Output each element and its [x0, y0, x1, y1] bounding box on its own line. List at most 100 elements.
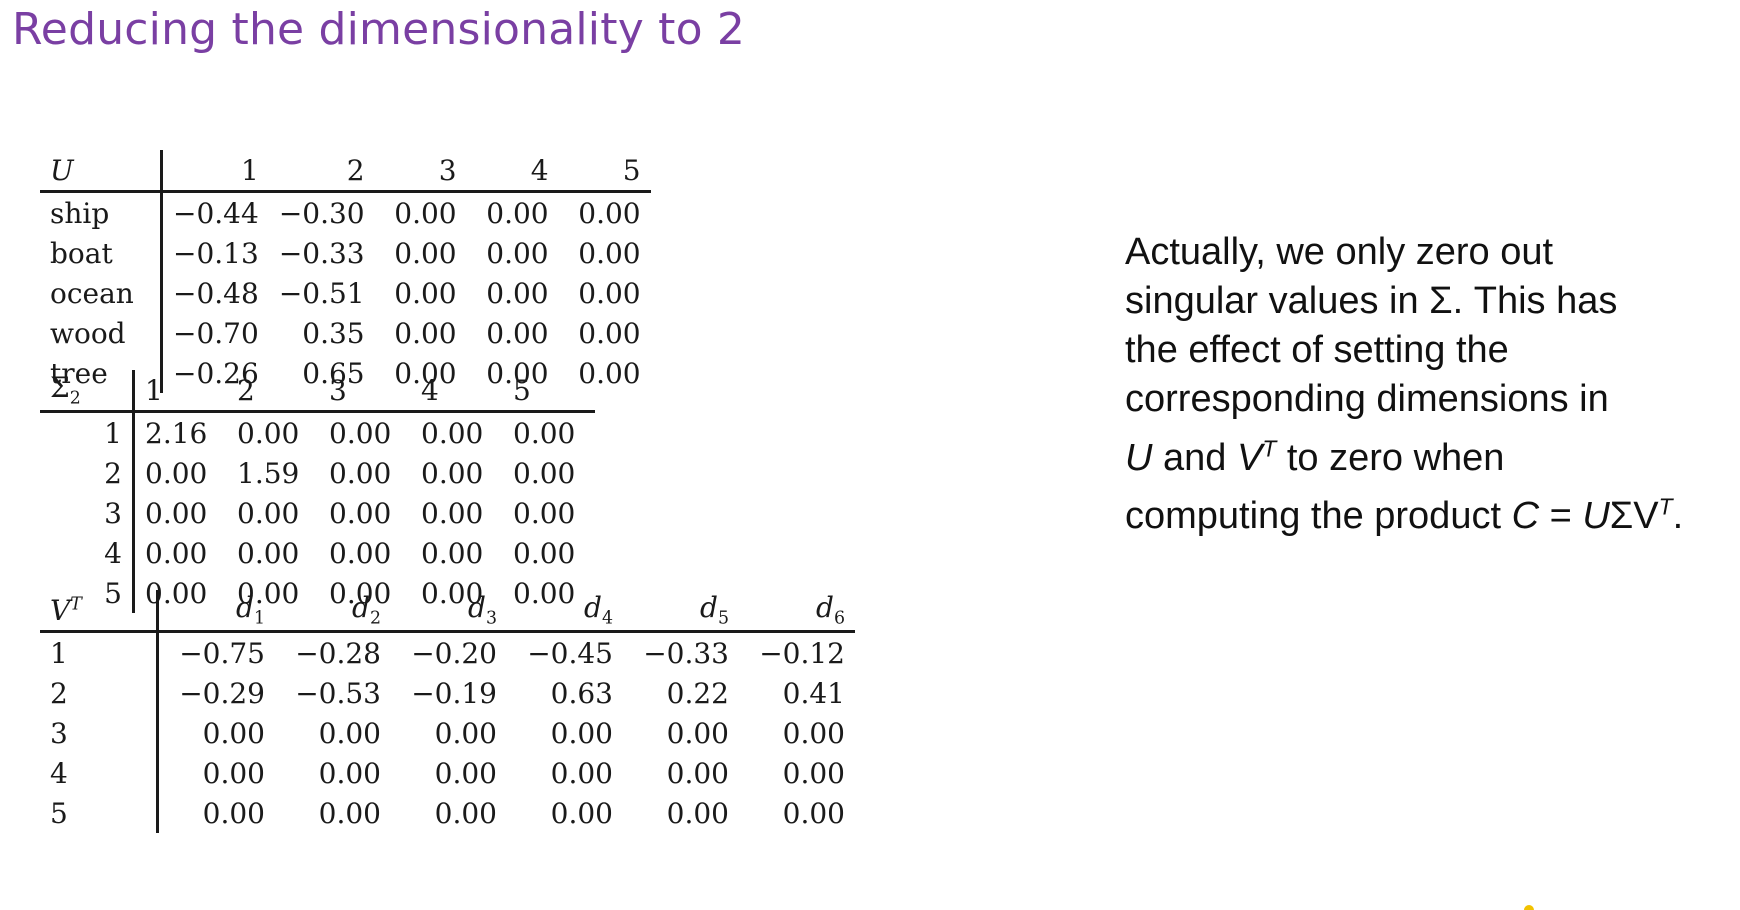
matrix-cell: 0.00 — [145, 496, 208, 530]
matrix-cell: 0.00 — [434, 796, 497, 830]
matrix-cell: 0.35 — [302, 316, 365, 350]
matrix-cell: 0.00 — [329, 416, 392, 450]
row-label: 1 — [40, 411, 135, 453]
matrix-row: ocean −0.48 −0.51 0.00 0.00 0.00 — [40, 273, 651, 313]
sigma-matrix-body: 1 2.16 0.00 0.00 0.00 0.00 2 0.00 1.59 0.00 0.00 0.… — [40, 411, 595, 613]
u-matrix-col-header: 4 — [466, 150, 559, 193]
sigma-symbol: Σ — [50, 371, 70, 405]
matrix-cell: 0.63 — [550, 676, 613, 710]
matrix-cell: −0.20 — [411, 636, 497, 670]
matrix-cell: 0.00 — [421, 416, 484, 450]
matrix-cell: 0.00 — [550, 796, 613, 830]
matrix-cell: −0.45 — [527, 636, 613, 670]
explanation-text: Actually, we only zero out singular valu… — [1125, 228, 1725, 541]
matrix-cell: −0.75 — [179, 636, 265, 670]
matrix-cell: 0.00 — [513, 536, 576, 570]
note-line-5: U and VT to zero when — [1125, 435, 1505, 479]
row-label: 3 — [40, 713, 159, 753]
matrix-cell: 0.00 — [486, 236, 549, 270]
u-matrix-table: U 1 2 3 4 5 ship −0.44 −0.30 0.00 0.00 0.00 bo… — [40, 150, 651, 393]
vt-matrix-col-header: d2 — [275, 590, 391, 633]
sigma-matrix-col-header: 4 — [411, 370, 503, 413]
vt-matrix-table: VT d1 d2 d3 d4 d5 d6 1 −0.75 −0.28 −0.20 −0.… — [40, 590, 855, 833]
matrix-row: 4 0.00 0.00 0.00 0.00 0.00 — [40, 533, 595, 573]
matrix-cell: 0.00 — [782, 796, 845, 830]
vt-matrix-header-row: VT d1 d2 d3 d4 d5 d6 — [40, 590, 855, 633]
matrix-cell: 0.00 — [202, 756, 265, 790]
matrix-cell: 0.00 — [486, 316, 549, 350]
matrix-cell: 0.00 — [318, 716, 381, 750]
matrix-cell: 0.00 — [666, 756, 729, 790]
matrix-cell: −0.33 — [278, 236, 365, 270]
vt-matrix-body: 1 −0.75 −0.28 −0.20 −0.45 −0.33 −0.12 2 −0.29 −0.… — [40, 631, 855, 833]
row-label: 4 — [40, 533, 135, 573]
matrix-cell: 0.00 — [394, 196, 457, 230]
matrix-row: 2 −0.29 −0.53 −0.19 0.63 0.22 0.41 — [40, 673, 855, 713]
matrix-cell: −0.12 — [759, 636, 845, 670]
sigma-matrix-table: Σ2 1 2 3 4 5 1 2.16 0.00 0.00 0.00 0.00 2 0.00 1… — [40, 370, 595, 613]
matrix-cell: 0.00 — [237, 536, 300, 570]
matrix-cell: −0.51 — [278, 276, 365, 310]
matrix-cell: 0.00 — [329, 536, 392, 570]
matrix-cell: −0.70 — [173, 316, 259, 350]
matrix-cell: 0.00 — [329, 456, 392, 490]
row-label: 4 — [40, 753, 159, 793]
matrix-cell: 0.00 — [329, 496, 392, 530]
matrix-cell: 0.00 — [782, 716, 845, 750]
vt-matrix-label: VT — [40, 590, 159, 633]
matrix-cell: 0.00 — [318, 796, 381, 830]
row-label: boat — [40, 233, 163, 273]
matrix-cell: −0.29 — [179, 676, 265, 710]
matrix-cell: 0.00 — [578, 236, 641, 270]
matrix-cell: 0.00 — [513, 416, 576, 450]
u-matrix-col-header: 2 — [268, 150, 375, 193]
row-label: ocean — [40, 273, 163, 313]
matrix-cell: 0.00 — [145, 456, 208, 490]
matrix-cell: 0.41 — [782, 676, 845, 710]
u-matrix-body: ship −0.44 −0.30 0.00 0.00 0.00 boat −0.13 −0.33… — [40, 191, 651, 393]
accent-decoration — [1524, 905, 1534, 910]
matrix-row: 2 0.00 1.59 0.00 0.00 0.00 — [40, 453, 595, 493]
u-matrix-label: U — [40, 150, 163, 193]
matrix-row: 4 0.00 0.00 0.00 0.00 0.00 0.00 — [40, 753, 855, 793]
sigma-matrix-col-header: 1 — [133, 370, 227, 413]
matrix-row: wood −0.70 0.35 0.00 0.00 0.00 — [40, 313, 651, 353]
vt-matrix-col-header: d3 — [391, 590, 507, 633]
note-line-6: computing the product C = UΣVT. — [1125, 493, 1684, 538]
note-line-4: corresponding dimensions in — [1125, 378, 1609, 420]
row-label: wood — [40, 313, 163, 353]
row-label: 1 — [40, 631, 159, 673]
note-line-3: the effect of setting the — [1125, 329, 1509, 371]
matrix-cell: 0.00 — [394, 316, 457, 350]
matrix-cell: 0.00 — [421, 496, 484, 530]
matrix-cell: 0.00 — [578, 276, 641, 310]
vt-symbol: V — [50, 593, 71, 627]
row-label: 5 — [40, 793, 159, 833]
matrix-cell: 0.00 — [550, 716, 613, 750]
matrix-cell: 0.00 — [486, 276, 549, 310]
matrix-cell: 0.22 — [666, 676, 729, 710]
matrix-row: 1 −0.75 −0.28 −0.20 −0.45 −0.33 −0.12 — [40, 631, 855, 673]
matrix-row: 3 0.00 0.00 0.00 0.00 0.00 0.00 — [40, 713, 855, 753]
matrix-cell: 0.00 — [202, 796, 265, 830]
matrix-cell: 0.00 — [550, 756, 613, 790]
matrix-row: 5 0.00 0.00 0.00 0.00 0.00 0.00 — [40, 793, 855, 833]
u-matrix-col-header: 5 — [558, 150, 651, 193]
vt-matrix-col-header: d5 — [623, 590, 739, 633]
u-matrix-header-row: U 1 2 3 4 5 — [40, 150, 651, 193]
sigma-matrix-col-header: 2 — [227, 370, 319, 413]
sigma-matrix-header-row: Σ2 1 2 3 4 5 — [40, 370, 595, 413]
matrix-row: 3 0.00 0.00 0.00 0.00 0.00 — [40, 493, 595, 533]
sigma-matrix-col-header: 3 — [319, 370, 411, 413]
matrix-cell: 0.00 — [145, 536, 208, 570]
matrix-cell: −0.44 — [173, 196, 259, 230]
slide-title: Reducing the dimensionality to 2 — [12, 4, 746, 55]
matrix-cell: 0.00 — [202, 716, 265, 750]
matrix-cell: 0.00 — [434, 716, 497, 750]
matrix-cell: 0.00 — [421, 536, 484, 570]
sigma-subscript: 2 — [69, 388, 81, 409]
matrix-cell: 0.00 — [578, 316, 641, 350]
matrix-cell: 0.00 — [318, 756, 381, 790]
matrix-cell: 0.00 — [666, 796, 729, 830]
matrix-cell: 0.00 — [434, 756, 497, 790]
